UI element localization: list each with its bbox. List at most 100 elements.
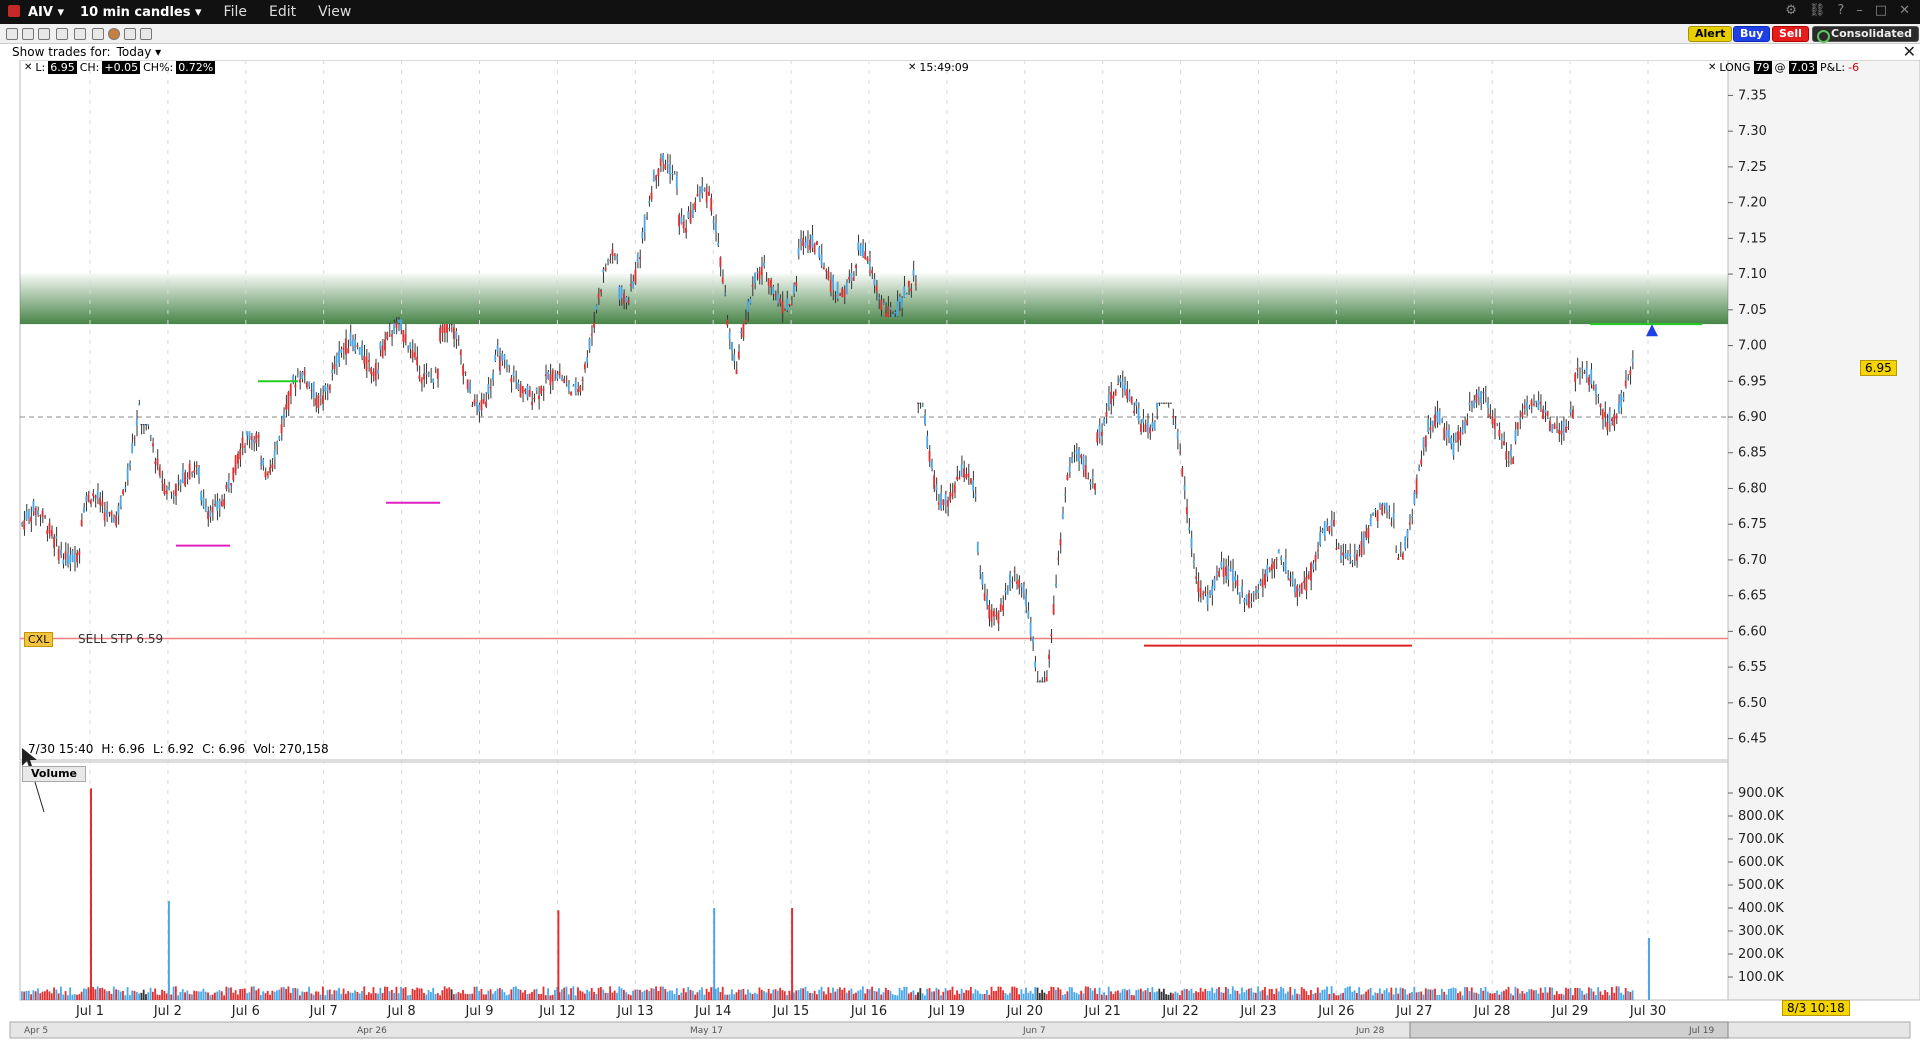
link-icon[interactable]: ⛓ (1809, 3, 1826, 18)
volume-bar (1477, 993, 1480, 1000)
volume-bar (1245, 989, 1248, 1000)
candle-body (269, 466, 271, 474)
volume-bar (220, 991, 223, 1000)
volume-bar (112, 986, 115, 1000)
zoom-out-icon[interactable] (92, 28, 104, 40)
candle-body (1303, 581, 1305, 584)
sell-button[interactable]: Sell (1772, 26, 1809, 42)
candle-body (832, 276, 834, 291)
volume-bar (1254, 992, 1257, 1000)
volume-bar (257, 988, 260, 1000)
volume-panel-tab[interactable]: Volume (22, 766, 86, 782)
volume-bar (1266, 995, 1269, 1000)
volume-bar (287, 986, 290, 1000)
volume-bar (1512, 995, 1515, 1000)
bar-chart-icon[interactable] (6, 28, 18, 40)
show-trades-select[interactable]: Today ▾ (117, 45, 162, 59)
stop-order-label[interactable]: SELL STP 6.59 (78, 632, 163, 646)
candle-body (450, 324, 453, 326)
candle-body (875, 285, 878, 292)
volume-bar (990, 986, 993, 1000)
candle-body (758, 271, 761, 279)
buy-button[interactable]: Buy (1733, 26, 1771, 42)
menu-edit[interactable]: Edit (269, 4, 296, 20)
alert-button[interactable]: Alert (1688, 26, 1733, 42)
close-clock-icon[interactable]: ✕ (908, 62, 916, 73)
candle-body (99, 497, 101, 505)
candle-body (990, 609, 993, 622)
line-chart-icon[interactable] (38, 28, 50, 40)
volume-bar (542, 986, 545, 1000)
volume-bar (632, 990, 634, 1000)
date-tick-label: Jul 7 (309, 1004, 338, 1019)
cancel-order-button[interactable]: CXL (24, 632, 54, 647)
volume-bar (1229, 993, 1232, 1000)
help-icon[interactable]: ? (1837, 3, 1844, 18)
volume-bar (680, 992, 683, 1000)
candle-body (243, 446, 246, 448)
settings-icon[interactable]: ⚙ (1785, 3, 1797, 18)
close-info-icon[interactable]: ✕ (24, 62, 32, 73)
close-position-icon[interactable]: ✕ (1708, 62, 1716, 73)
volume-bar (1555, 991, 1558, 1000)
volume-bar (223, 995, 225, 1000)
candle-body (119, 497, 122, 506)
candle-body (1190, 537, 1193, 549)
volume-bar (512, 986, 515, 1000)
consolidated-toggle[interactable]: Consolidated (1812, 26, 1919, 43)
candle-body (1057, 558, 1060, 560)
volume-bar (425, 994, 428, 1000)
volume-bar (864, 993, 867, 1000)
candle-body (512, 372, 515, 377)
chart-area[interactable]: 7.35 7.30 7.25 7.20 7.15 7.10 7.05 7.00 6.95 6.90… (0, 59, 1920, 1039)
volume-bar (983, 993, 986, 1000)
close-window-icon[interactable]: ✕ (1899, 3, 1910, 18)
volume-bar (1330, 986, 1333, 1000)
volume-bar (806, 991, 809, 1000)
candle-body (1519, 417, 1521, 420)
candle-body (556, 373, 559, 379)
symbol-selector[interactable]: AIV ▾ (28, 5, 64, 20)
candle-body (549, 374, 552, 385)
volume-bar (1041, 989, 1043, 1000)
candle-body (390, 334, 393, 337)
minimize-icon[interactable]: – (1856, 3, 1863, 18)
candle-body (1615, 415, 1618, 419)
last-value: 6.95 (48, 61, 77, 74)
volume-bar (581, 991, 584, 1000)
indicator-icon[interactable] (124, 28, 136, 40)
price-chart[interactable]: 7.357.307.257.207.157.107.057.006.956.90… (0, 59, 1920, 1039)
zoom-in-icon[interactable] (74, 28, 86, 40)
candle-chart-icon[interactable] (22, 28, 34, 40)
candle-body (174, 483, 177, 497)
annotation-icon[interactable] (140, 28, 152, 40)
menu-view[interactable]: View (318, 4, 351, 20)
volume-bar (1493, 993, 1496, 1000)
volume-bar (912, 990, 915, 1000)
candle-body (1236, 580, 1239, 587)
volume-bar (1218, 987, 1220, 1000)
close-chart-icon[interactable]: ✕ (1903, 42, 1916, 61)
timeframe-selector[interactable]: 10 min candles ▾ (80, 5, 202, 20)
candle-body (1420, 459, 1423, 465)
volume-spike (167, 901, 170, 1000)
candle-body (701, 185, 703, 194)
volume-bar (873, 990, 876, 1000)
volume-bar (1401, 988, 1404, 1000)
candle-body (1128, 392, 1131, 401)
volume-tick-label: 800.0K (1738, 809, 1784, 824)
crosshair-icon[interactable] (108, 28, 120, 40)
date-tick-label: Jul 15 (772, 1004, 809, 1019)
candle-body (1241, 585, 1243, 593)
candle-body (69, 554, 72, 565)
date-tick-label: Jul 9 (464, 1004, 493, 1019)
volume-bar (583, 993, 586, 1000)
candle-body (531, 401, 533, 405)
menu-file[interactable]: File (224, 4, 247, 20)
maximize-icon[interactable]: □ (1875, 3, 1887, 18)
position-price: 7.03 (1788, 61, 1818, 74)
candle-body (519, 384, 522, 398)
volume-bar (613, 990, 616, 1000)
draw-tool-icon[interactable] (56, 28, 68, 40)
candle-body (1015, 581, 1018, 584)
